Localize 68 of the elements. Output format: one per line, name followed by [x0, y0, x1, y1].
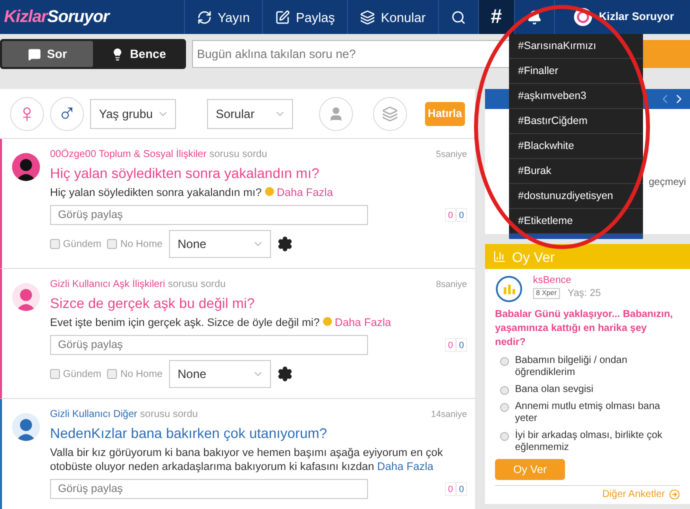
- mode-tab[interactable]: Bence: [93, 41, 184, 67]
- female-count: 0: [444, 208, 456, 222]
- hashtag-button[interactable]: #: [478, 0, 514, 34]
- hashtag-item[interactable]: #Etiketleme: [509, 209, 643, 234]
- post-meta: Gizli Kullanıcı Diğer sorusu sordu: [50, 409, 198, 420]
- hashtag-item[interactable]: #aşkımveben3: [509, 84, 643, 109]
- nav-button[interactable]: Yayın: [184, 0, 262, 34]
- post-title[interactable]: Hiç yalan söyledikten sonra yakalandın mı?: [50, 165, 467, 181]
- poll-user[interactable]: ksBence: [533, 275, 601, 286]
- hashtag-item[interactable]: #SarısınaKırmızı: [509, 34, 643, 59]
- post-meta: Gizli Kullanıcı Aşk İlişkileri sorusu sordu: [50, 279, 226, 290]
- comment-field[interactable]: Görüş paylaş: [50, 205, 368, 225]
- refresh-icon: [196, 10, 212, 24]
- visibility-select[interactable]: None: [168, 230, 271, 258]
- layers-icon: [360, 10, 375, 24]
- more-link[interactable]: Daha Fazla: [334, 317, 392, 329]
- hashtag-item[interactable]: #Burak: [509, 159, 643, 184]
- gender-filter-button[interactable]: ♂: [50, 96, 84, 130]
- more-link[interactable]: Daha Fazla: [276, 187, 333, 199]
- gender-filter-button[interactable]: ♀: [10, 96, 44, 130]
- comment-field[interactable]: Görüş paylaş: [50, 335, 368, 355]
- poll-question: Babalar Günü yaklaşıyor... Babanızın, yaşamınıza kattığı en harika şey nedir?: [495, 308, 674, 350]
- post-meta: 00Özge00 Toplum & Sosyal İlişkiler sorusu sordu: [50, 149, 268, 160]
- bar-chart-icon: [493, 250, 506, 263]
- nav-button[interactable]: Paylaş: [262, 0, 347, 34]
- post-title[interactable]: Sizce de gerçek aşk bu değil mi?: [50, 295, 467, 311]
- poll-logo-icon: [495, 275, 523, 303]
- news-text: geçmeyi: [648, 177, 686, 190]
- poll-option[interactable]: Annemi mutlu etmiş olması bana yeter: [495, 401, 680, 425]
- edit-icon: [274, 10, 290, 24]
- settings-icon[interactable]: [276, 236, 293, 252]
- poll-header: Oy Ver: [485, 244, 690, 269]
- poll-option[interactable]: Babamın bilgeliği / ondan öğrendiklerim: [495, 355, 680, 379]
- male-count: 0: [456, 338, 467, 352]
- post-time: 5saniye: [436, 149, 467, 160]
- more-link[interactable]: Daha Fazla: [377, 461, 434, 473]
- hashtag-item[interactable]: #BastırCiğdem: [509, 109, 643, 134]
- visibility-select[interactable]: None: [168, 360, 271, 388]
- male-count: 0: [456, 482, 467, 496]
- female-count: 0: [444, 482, 456, 496]
- age-select[interactable]: Yaş grubu: [90, 98, 176, 128]
- bell-icon: [526, 10, 542, 24]
- user-age: Yaş: 25: [568, 288, 601, 299]
- logo[interactable]: KizlarSoruyor: [0, 7, 184, 27]
- bulb-icon: [110, 48, 124, 60]
- male-count: 0: [456, 208, 467, 222]
- post-time: 14saniye: [430, 409, 467, 420]
- poll-option[interactable]: İyi bir arkadaş olması, birlikte çok eğlenmemiz: [495, 430, 680, 454]
- user-icon: [328, 106, 344, 122]
- female-count: 0: [444, 338, 456, 352]
- post-time: 8saniye: [436, 279, 467, 290]
- settings-icon[interactable]: [276, 366, 293, 382]
- chat-icon: [28, 48, 41, 60]
- comment-field[interactable]: Görüş paylaş: [50, 479, 368, 499]
- search-icon: [450, 10, 466, 24]
- poll-option[interactable]: Bana olan sevgisi: [495, 384, 680, 396]
- nav-button[interactable]: Konular: [346, 0, 438, 34]
- post-body: Hiç yalan söyledikten sonra yakalandın mı? Daha Fazla: [50, 186, 334, 200]
- mode-tab[interactable]: Sor: [2, 41, 93, 67]
- hashtag-item[interactable]: #Finaller: [509, 59, 643, 84]
- layers-icon: [382, 106, 398, 122]
- post-body: Valla bir kız görüyorum ki bana bakıyor ve hemen başımı aşağa eyiyorum en çok otobüste oluyor neden arkadaşlarıma bakıyorum ki kafasını kızdan Daha Fazla: [50, 446, 444, 474]
- post-body: Evet işte benim için gerçek aşk. Sizce de öyle değil mi? Daha Fazla: [50, 316, 392, 330]
- hashtag-item[interactable]: #Blackwhite: [509, 134, 643, 159]
- type-select[interactable]: Sorular: [206, 98, 293, 128]
- profile-logo-icon: [572, 7, 593, 27]
- hashtag-item[interactable]: #dostunuzdiyetisyen: [509, 184, 643, 209]
- post-title[interactable]: NedenKızlar bana bakırken çok utanıyorum?: [50, 425, 467, 441]
